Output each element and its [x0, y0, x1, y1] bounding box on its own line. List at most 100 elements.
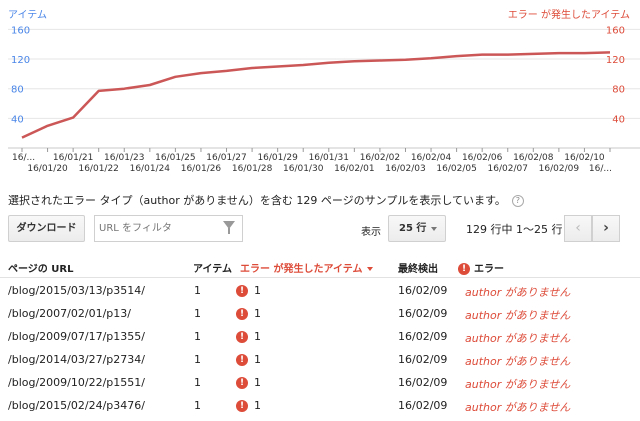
error-icon: ! — [236, 308, 248, 320]
pagination-info: 129 行中 1～25 行 — [466, 223, 563, 236]
items-chart: アイテム エラー が発生したアイテム 40 40 80 80 120 120 160 160 1… — [0, 0, 640, 182]
row-url[interactable]: /blog/2007/02/01/p13/ — [8, 307, 131, 320]
y-tick-label-left: 80 — [11, 85, 24, 96]
row-items: 1 — [194, 307, 201, 320]
row-errors-value: 1 — [254, 376, 261, 389]
help-icon[interactable]: ? — [511, 195, 524, 207]
row-url[interactable]: /blog/2014/03/27/p2734/ — [8, 353, 145, 366]
col-last-detected-header[interactable]: 最終検出 — [398, 260, 438, 275]
x-tick-label: 16/01/27 — [206, 153, 246, 163]
row-items: 1 — [194, 330, 201, 343]
table-toolbar: ダウンロード 表示 25 行 129 行中 1～25 行 ‹ › — [0, 213, 640, 243]
error-icon: ! — [236, 400, 248, 412]
error-icon: ! — [236, 331, 248, 343]
x-tick-label: 16/02/04 — [411, 153, 452, 163]
y-tick-label-right: 40 — [612, 114, 625, 125]
col-errors-header[interactable]: エラー が発生したアイテム — [240, 260, 374, 275]
row-url[interactable]: /blog/2015/02/24/p3476/ — [8, 399, 145, 412]
x-tick-label: 16/02/09 — [539, 164, 580, 174]
x-tick-label: 16/01/30 — [283, 164, 324, 174]
row-error-type: author がありません — [465, 332, 571, 345]
x-tick-label: 16/02/06 — [462, 153, 503, 163]
url-filter-input[interactable] — [99, 216, 219, 240]
row-last-detected: 16/02/09 — [398, 353, 448, 366]
row-items: 1 — [194, 399, 201, 412]
table-row[interactable]: /blog/2009/07/17/p1355/1! 1 16/02/09 author… — [0, 324, 640, 347]
row-items: 1 — [194, 353, 201, 366]
x-tick-label: 16/... — [589, 164, 612, 174]
table-row[interactable]: /blog/2014/03/27/p2734/1! 1 16/02/09 author… — [0, 347, 640, 370]
row-url[interactable]: /blog/2015/03/13/p3514/ — [8, 284, 145, 297]
series-line — [21, 51, 611, 139]
x-tick-label: 16/01/23 — [104, 153, 144, 163]
x-tick-label: 16/02/03 — [385, 164, 425, 174]
sample-info-text: 選択されたエラー タイプ（author がありません）を含む 129 ページのサ… — [8, 194, 506, 207]
x-tick-label: 16/02/05 — [436, 164, 476, 174]
row-errors-value: 1 — [254, 307, 261, 320]
error-icon: ! — [458, 263, 470, 275]
table-row[interactable]: /blog/2015/02/24/p3476/1! 1 16/02/09 author… — [0, 393, 640, 416]
row-url[interactable]: /blog/2009/07/17/p1355/ — [8, 330, 145, 343]
y-tick-label-right: 160 — [606, 25, 625, 36]
row-errors: ! 1 — [236, 376, 261, 389]
x-tick-label: 16/02/07 — [488, 164, 528, 174]
x-tick-label: 16/01/26 — [181, 164, 222, 174]
x-tick-label: 16/02/02 — [360, 153, 400, 163]
x-tick-label: 16/01/24 — [130, 164, 171, 174]
error-icon: ! — [236, 377, 248, 389]
row-errors-value: 1 — [254, 353, 261, 366]
col-errors-header-label: エラー が発生したアイテム — [240, 264, 363, 275]
download-button[interactable]: ダウンロード — [8, 215, 85, 242]
y-tick-label-left: 160 — [11, 25, 30, 36]
row-last-detected: 16/02/09 — [398, 284, 448, 297]
table-header: ページの URL アイテム エラー が発生したアイテム 最終検出 ! エラー — [0, 254, 640, 278]
x-tick-label: 16/02/10 — [564, 153, 605, 163]
row-error-type: author がありません — [465, 401, 571, 414]
row-last-detected: 16/02/09 — [398, 307, 448, 320]
row-url[interactable]: /blog/2009/10/22/p1551/ — [8, 376, 145, 389]
rows-per-page-label: 表示 — [361, 227, 381, 238]
error-icon: ! — [236, 285, 248, 297]
col-error-type-label: エラー — [474, 264, 504, 275]
row-errors: ! 1 — [236, 330, 261, 343]
filter-funnel-icon-stem — [228, 228, 230, 234]
sample-info: 選択されたエラー タイプ（author がありません）を含む 129 ページのサ… — [8, 192, 524, 208]
row-last-detected: 16/02/09 — [398, 330, 448, 343]
row-errors-value: 1 — [254, 330, 261, 343]
x-tick-label: 16/01/22 — [78, 164, 118, 174]
row-errors-value: 1 — [254, 284, 261, 297]
row-error-type: author がありません — [465, 309, 571, 322]
error-icon: ! — [236, 354, 248, 366]
col-url-header[interactable]: ページの URL — [8, 260, 73, 275]
x-tick-label: 16/01/28 — [232, 164, 273, 174]
row-errors: ! 1 — [236, 353, 261, 366]
x-tick-label: 16/01/29 — [257, 153, 298, 163]
table-row[interactable]: /blog/2009/10/22/p1551/1! 1 16/02/09 author… — [0, 370, 640, 393]
row-errors: ! 1 — [236, 284, 261, 297]
pages-table: ページの URL アイテム エラー が発生したアイテム 最終検出 ! エラー /b… — [0, 254, 640, 416]
next-page-button[interactable]: › — [592, 215, 620, 242]
col-error-type-header[interactable]: ! エラー — [458, 260, 504, 275]
row-last-detected: 16/02/09 — [398, 376, 448, 389]
prev-page-button[interactable]: ‹ — [564, 215, 592, 242]
x-tick-label: 16/02/08 — [513, 153, 554, 163]
row-items: 1 — [194, 284, 201, 297]
url-filter[interactable] — [94, 215, 243, 242]
row-error-type: author がありません — [465, 286, 571, 299]
table-row[interactable]: /blog/2007/02/01/p13/1! 1 16/02/09 author が… — [0, 301, 640, 324]
x-tick-label: 16/01/31 — [309, 153, 349, 163]
rows-per-page-select[interactable]: 25 行 — [388, 215, 446, 242]
rows-per-page-value: 25 行 — [399, 223, 427, 234]
y-tick-label-left: 120 — [11, 55, 30, 66]
row-items: 1 — [194, 376, 201, 389]
chevron-down-icon — [431, 227, 437, 231]
table-body: /blog/2015/03/13/p3514/1! 1 16/02/09 author… — [0, 278, 640, 416]
x-tick-label: 16/01/20 — [27, 164, 68, 174]
y-tick-label-left: 40 — [11, 114, 24, 125]
col-items-header[interactable]: アイテム — [193, 260, 232, 275]
row-error-type: author がありません — [465, 378, 571, 391]
sort-desc-icon — [367, 267, 374, 271]
row-errors: ! 1 — [236, 307, 261, 320]
table-row[interactable]: /blog/2015/03/13/p3514/1! 1 16/02/09 author… — [0, 278, 640, 301]
row-errors: ! 1 — [236, 399, 261, 412]
